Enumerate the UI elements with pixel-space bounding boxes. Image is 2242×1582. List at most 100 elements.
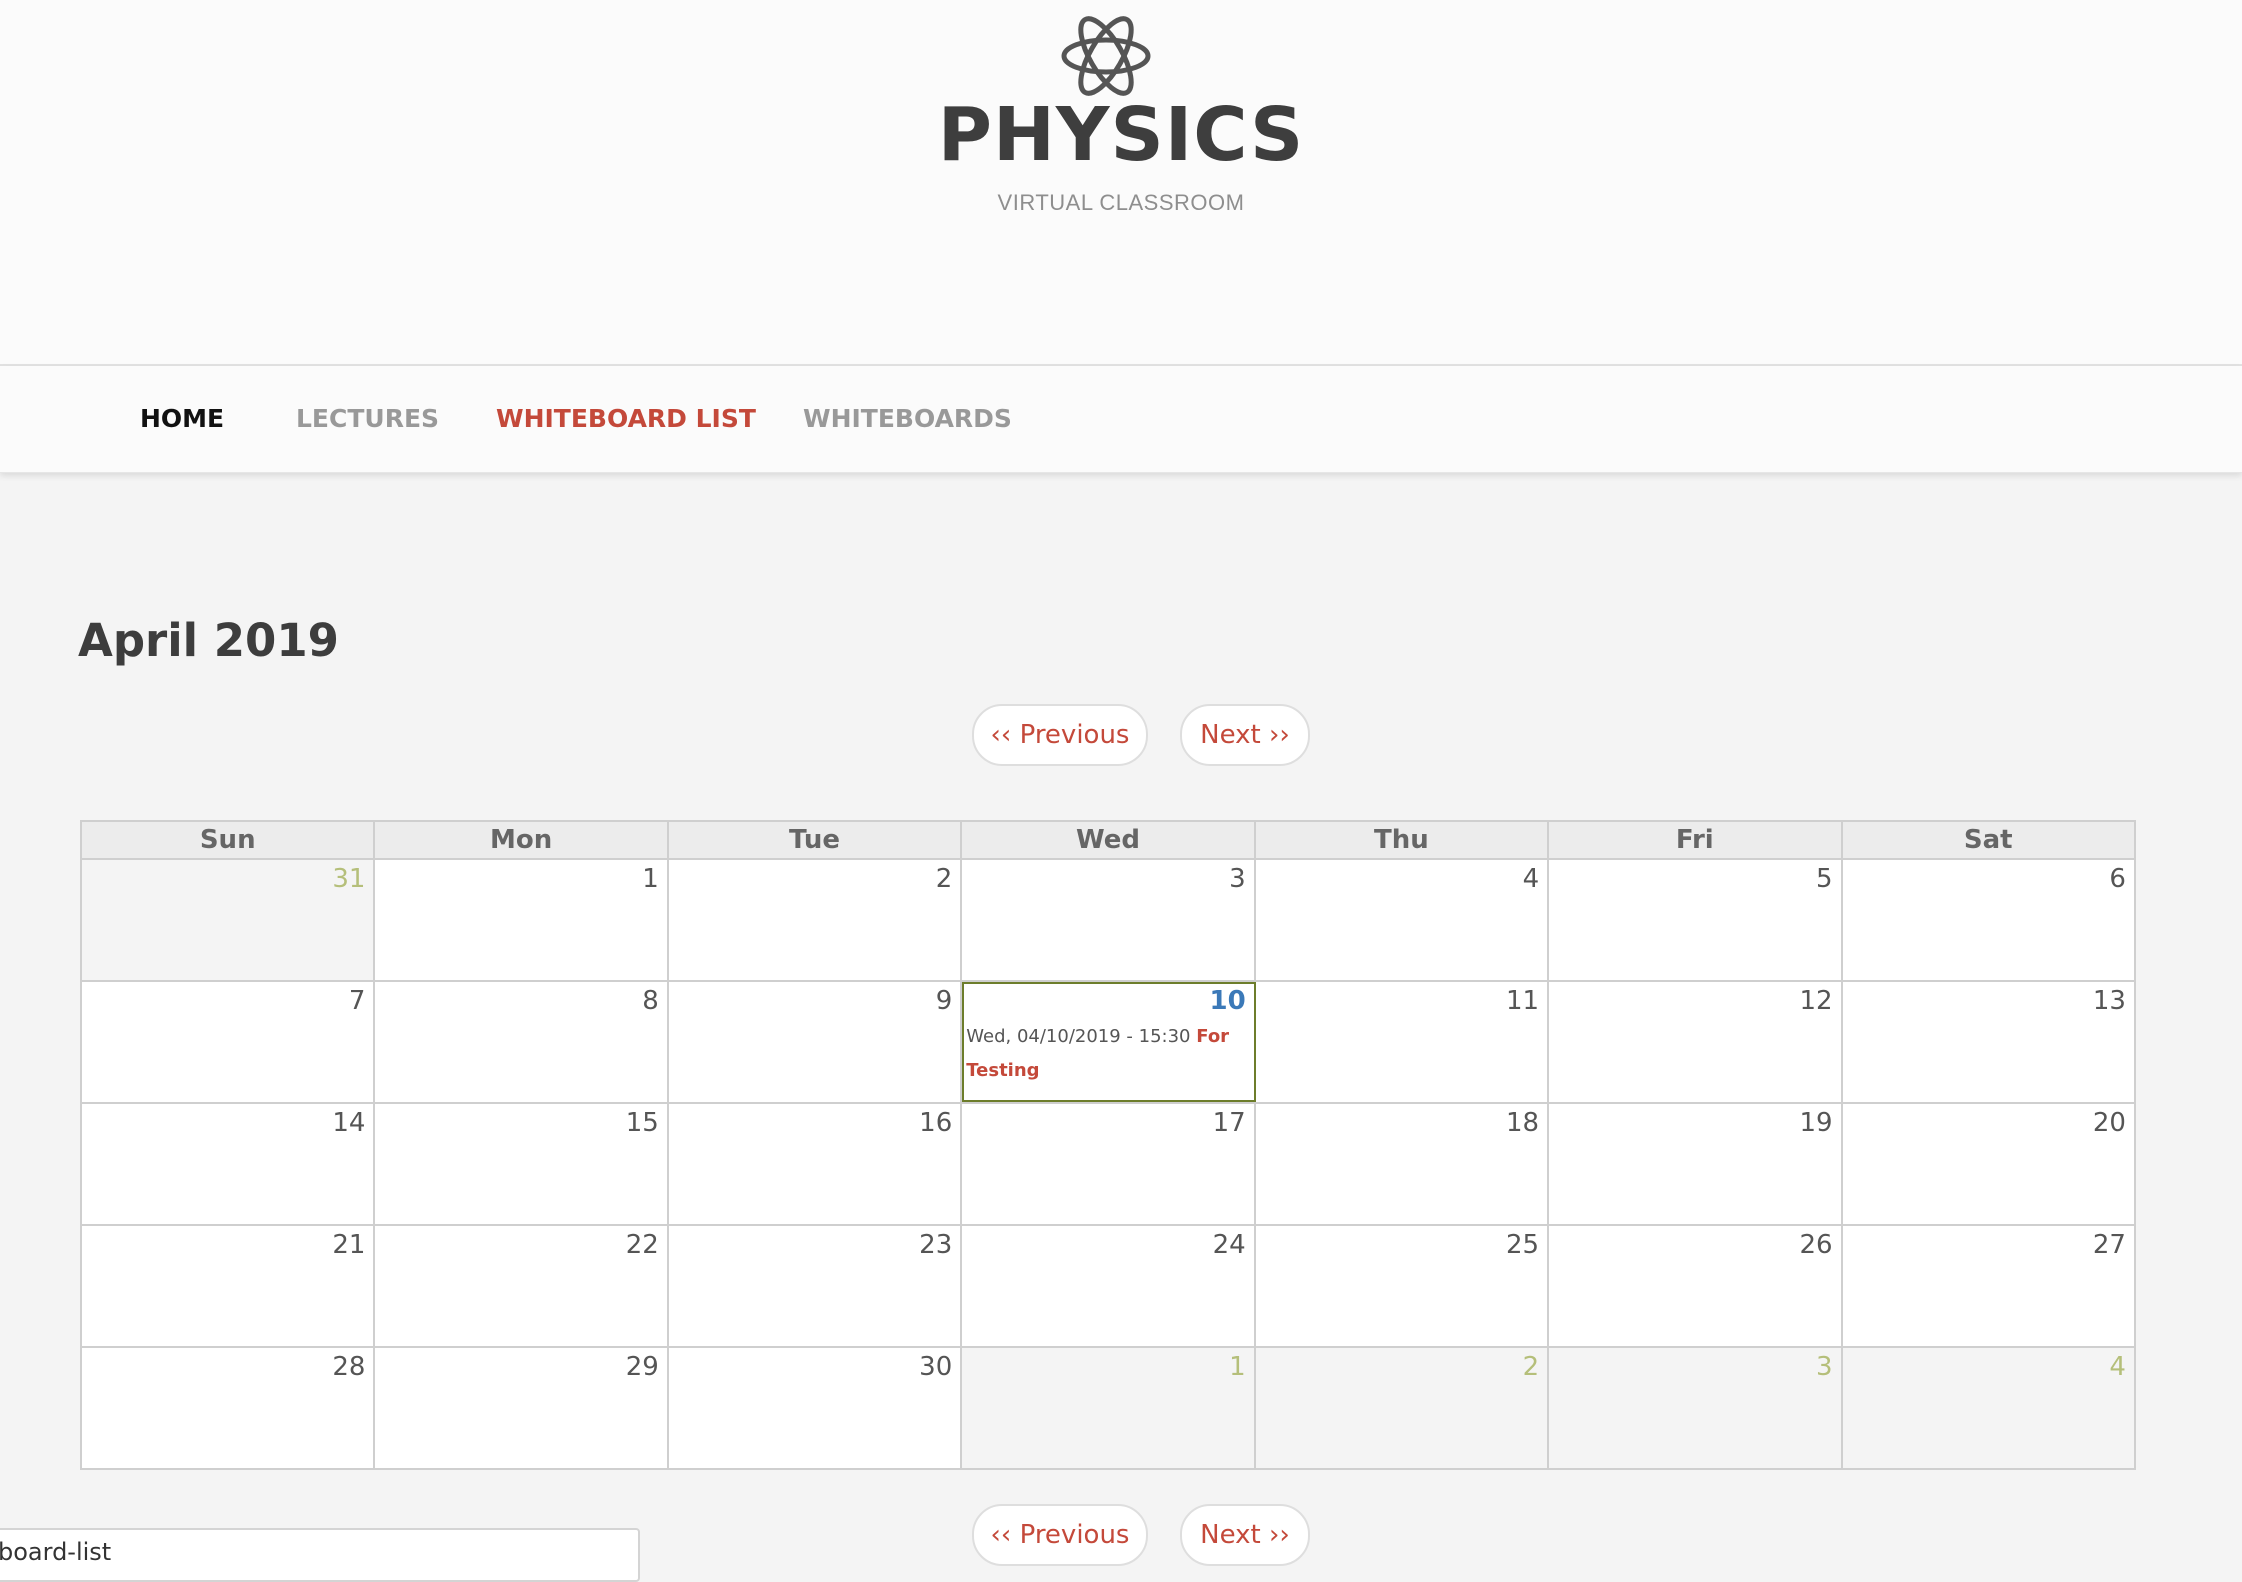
calendar-day-cell[interactable]: 25 (1255, 1226, 1550, 1346)
calendar-week: 7 8 9 10 Wed, 04/10/2019 - 15:30 For Tes… (82, 982, 2134, 1104)
calendar-week: 21 22 23 24 25 26 27 (82, 1226, 2134, 1348)
day-number: 28 (332, 1352, 366, 1382)
weekday-label: Mon (375, 822, 669, 858)
previous-month-button[interactable]: ‹‹ Previous (972, 704, 1148, 766)
day-number: 30 (919, 1352, 953, 1382)
calendar-week: 31 1 2 3 4 5 6 (82, 860, 2134, 982)
day-number: 3 (1815, 1352, 1833, 1382)
day-number: 25 (1506, 1230, 1540, 1260)
calendar-day-cell[interactable]: 15 (375, 1104, 669, 1224)
calendar-day-cell[interactable]: 1 (375, 860, 669, 980)
day-number: 26 (1799, 1230, 1833, 1260)
calendar-day-cell[interactable]: 2 (668, 860, 963, 980)
day-number: 1 (642, 864, 659, 894)
calendar-day-cell[interactable]: 1 (962, 1348, 1256, 1468)
calendar-weekday-header: Sun Mon Tue Wed Thu Fri Sat (82, 822, 2134, 860)
day-number: 23 (919, 1230, 953, 1260)
calendar-week: 28 29 30 1 2 3 4 (82, 1348, 2134, 1468)
day-number: 15 (625, 1108, 659, 1138)
calendar-week: 14 15 16 17 18 19 20 (82, 1104, 2134, 1226)
event-date: Wed, 04/10/2019 - 15:30 (966, 1026, 1191, 1047)
day-number: 7 (348, 986, 366, 1016)
weekday-label: Thu (1256, 822, 1550, 858)
day-number: 13 (2092, 986, 2126, 1016)
atom-icon[interactable] (1058, 8, 1154, 104)
day-number: 2 (1522, 1352, 1540, 1382)
day-number: 11 (1506, 986, 1540, 1016)
link-status-tooltip: board-list (0, 1528, 640, 1582)
calendar-day-cell[interactable]: 4 (1842, 1348, 2134, 1468)
day-number: 14 (332, 1108, 366, 1138)
calendar-day-cell[interactable]: 19 (1549, 1104, 1843, 1224)
month-calendar: Sun Mon Tue Wed Thu Fri Sat 31 1 2 3 4 5… (80, 820, 2136, 1470)
day-number: 17 (1212, 1108, 1246, 1138)
day-number: 8 (642, 986, 659, 1016)
day-number: 4 (2109, 1352, 2126, 1382)
status-url: board-list (0, 1538, 112, 1566)
calendar-day-cell[interactable]: 18 (1255, 1104, 1550, 1224)
calendar-day-cell[interactable]: 5 (1549, 860, 1843, 980)
page-title: April 2019 (78, 614, 339, 667)
calendar-day-cell[interactable]: 3 (1549, 1348, 1843, 1468)
weekday-label: Wed (962, 822, 1256, 858)
calendar-day-cell[interactable]: 21 (82, 1226, 376, 1346)
calendar-day-cell[interactable]: 24 (962, 1226, 1256, 1346)
calendar-day-cell[interactable]: 6 (1842, 860, 2134, 980)
day-number: 21 (332, 1230, 366, 1260)
calendar-day-cell[interactable]: 20 (1842, 1104, 2134, 1224)
calendar-day-cell[interactable]: 23 (668, 1226, 963, 1346)
day-number: 20 (2092, 1108, 2126, 1138)
day-number: 4 (1522, 864, 1540, 894)
nav-whiteboards[interactable]: WHITEBOARDS (803, 404, 1012, 433)
day-number: 3 (1229, 864, 1246, 894)
day-number: 22 (625, 1230, 659, 1260)
day-number: 9 (935, 986, 953, 1016)
next-month-button[interactable]: Next ›› (1180, 704, 1310, 766)
weekday-label: Tue (669, 822, 963, 858)
next-month-button-bottom[interactable]: Next ›› (1180, 1504, 1310, 1566)
day-number: 16 (919, 1108, 953, 1138)
day-number: 6 (2109, 864, 2126, 894)
calendar-day-cell[interactable]: 13 (1842, 982, 2134, 1102)
day-number-today: 10 (1209, 986, 1246, 1016)
weekday-label: Sun (82, 822, 376, 858)
day-number: 29 (625, 1352, 659, 1382)
nav-lectures[interactable]: LECTURES (296, 404, 439, 433)
calendar-day-cell[interactable]: 28 (82, 1348, 376, 1468)
calendar-day-cell[interactable]: 7 (82, 982, 376, 1102)
site-header: PHYSICS VIRTUAL CLASSROOM (0, 0, 2242, 366)
day-number: 18 (1506, 1108, 1540, 1138)
calendar-day-cell[interactable]: 8 (375, 982, 669, 1102)
day-number: 24 (1212, 1230, 1246, 1260)
calendar-day-cell[interactable]: 14 (82, 1104, 376, 1224)
calendar-day-cell[interactable]: 29 (375, 1348, 669, 1468)
calendar-day-cell[interactable]: 30 (668, 1348, 963, 1468)
calendar-day-cell[interactable]: 31 (82, 860, 376, 980)
calendar-day-cell[interactable]: 22 (375, 1226, 669, 1346)
weekday-label: Fri (1549, 822, 1843, 858)
day-number: 2 (935, 864, 953, 894)
calendar-day-cell[interactable]: 16 (668, 1104, 963, 1224)
site-slogan: VIRTUAL CLASSROOM (997, 190, 1245, 215)
day-number: 5 (1815, 864, 1833, 894)
day-number: 27 (2092, 1230, 2126, 1260)
day-number: 1 (1229, 1352, 1246, 1382)
calendar-day-cell[interactable]: 17 (962, 1104, 1256, 1224)
calendar-day-cell[interactable]: 9 (668, 982, 963, 1102)
calendar-day-cell[interactable]: 26 (1549, 1226, 1843, 1346)
calendar-day-cell[interactable]: 2 (1255, 1348, 1550, 1468)
site-name[interactable]: PHYSICS (0, 92, 2242, 178)
nav-home[interactable]: HOME (140, 404, 224, 433)
weekday-label: Sat (1963, 825, 2013, 855)
calendar-day-cell[interactable]: 3 (962, 860, 1256, 980)
calendar-day-cell[interactable]: 11 (1255, 982, 1550, 1102)
nav-whiteboard-list[interactable]: WHITEBOARD LIST (496, 404, 756, 433)
day-number: 19 (1799, 1108, 1833, 1138)
previous-month-button-bottom[interactable]: ‹‹ Previous (972, 1504, 1148, 1566)
calendar-day-cell[interactable]: 4 (1255, 860, 1550, 980)
main-navigation: HOME LECTURES WHITEBOARD LIST WHITEBOARD… (0, 366, 2242, 473)
calendar-day-cell[interactable]: 12 (1549, 982, 1843, 1102)
calendar-day-cell-today[interactable]: 10 Wed, 04/10/2019 - 15:30 For Testing (962, 982, 1256, 1102)
calendar-day-cell[interactable]: 27 (1842, 1226, 2134, 1346)
day-number: 12 (1799, 986, 1833, 1016)
